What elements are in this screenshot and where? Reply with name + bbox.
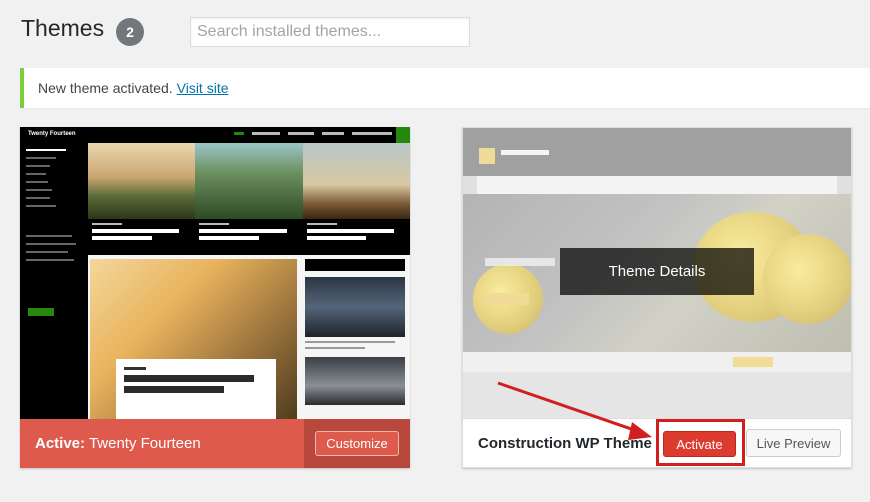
annotation-highlight-box bbox=[656, 419, 745, 466]
